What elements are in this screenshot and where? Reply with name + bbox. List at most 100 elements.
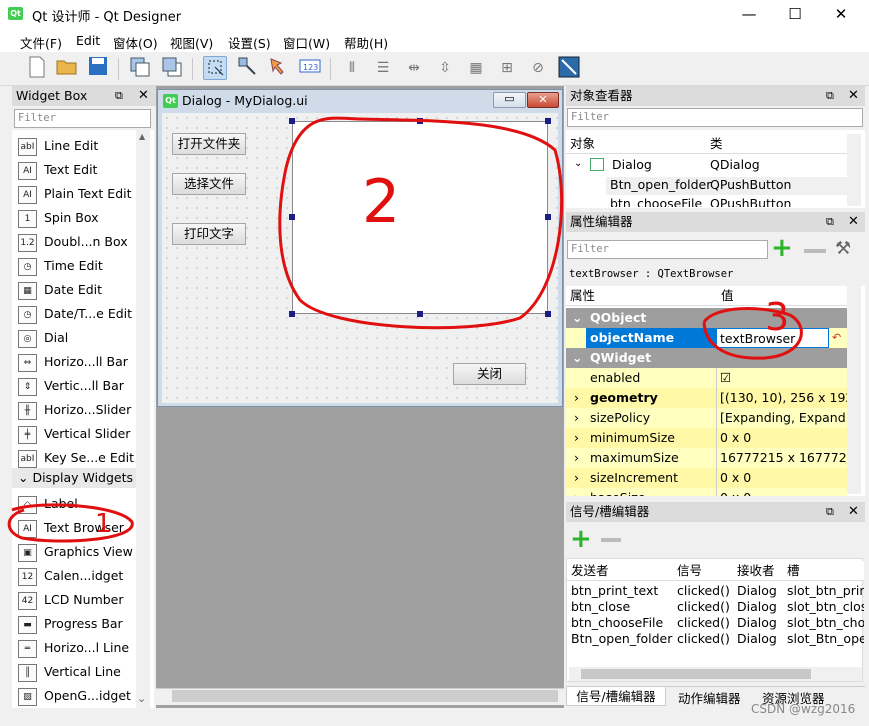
btn-print-text[interactable]: 打印文字 bbox=[172, 223, 246, 245]
property-row[interactable]: › baseSize 0 x 0 bbox=[566, 488, 847, 496]
text-browser-widget[interactable] bbox=[292, 121, 548, 314]
adjust-size-icon[interactable] bbox=[557, 56, 581, 80]
layout-splitter-h-icon[interactable]: ⇹ bbox=[402, 56, 426, 80]
widget-item[interactable]: ◷ Date/T...e Edit bbox=[18, 302, 146, 326]
widget-item[interactable]: ╫ Horizo...Slider bbox=[18, 398, 146, 422]
menu-help[interactable]: 帮助(H) bbox=[344, 33, 388, 52]
widget-item[interactable]: ║ Vertical Line bbox=[18, 660, 146, 684]
property-category[interactable]: ⌄ QWidget bbox=[566, 348, 847, 368]
property-filter-input[interactable]: Filter bbox=[567, 240, 768, 259]
layout-vertical-icon[interactable]: ☰ bbox=[371, 56, 395, 80]
scrollbar-thumb[interactable] bbox=[172, 690, 558, 702]
configure-wrench-icon[interactable]: ⚒ bbox=[835, 238, 851, 259]
remove-connection-icon[interactable] bbox=[601, 538, 621, 542]
object-tree-scrollbar[interactable] bbox=[847, 134, 861, 206]
layout-grid-icon[interactable]: ⊞ bbox=[495, 56, 519, 80]
property-value[interactable]: textBrowser bbox=[716, 328, 829, 348]
tab-signal-slot[interactable]: 信号/槽编辑器 bbox=[566, 687, 666, 706]
edit-signals-icon[interactable] bbox=[235, 56, 259, 80]
menu-window[interactable]: 窗口(W) bbox=[283, 33, 330, 52]
remove-property-icon[interactable] bbox=[804, 249, 826, 253]
widget-list-scrollbar[interactable] bbox=[136, 130, 150, 708]
property-value[interactable]: [(130, 10), 256 x 192] bbox=[716, 388, 847, 408]
property-value[interactable]: 0 x 0 bbox=[716, 488, 847, 496]
tab-action-editor[interactable]: 动作编辑器 bbox=[678, 688, 741, 707]
form-close-button[interactable]: ✕ bbox=[527, 92, 559, 108]
resize-handle[interactable] bbox=[545, 118, 551, 124]
widget-item[interactable]: ◇ Label bbox=[18, 492, 146, 516]
menu-file[interactable]: 文件(F) bbox=[20, 33, 62, 52]
edit-widgets-icon[interactable] bbox=[203, 56, 227, 80]
property-row[interactable]: › sizeIncrement 0 x 0 bbox=[566, 468, 847, 488]
scroll-down-icon[interactable]: ⌄ bbox=[137, 692, 146, 705]
menu-form[interactable]: 窗体(O) bbox=[113, 33, 158, 52]
layout-splitter-v-icon[interactable]: ⇳ bbox=[433, 56, 457, 80]
send-back-icon[interactable] bbox=[128, 56, 152, 80]
layout-horizontal-icon[interactable]: ⦀ bbox=[340, 56, 364, 80]
widget-item[interactable]: AI Text Edit bbox=[18, 158, 146, 182]
widget-item[interactable]: ⇕ Vertic...ll Bar bbox=[18, 374, 146, 398]
widget-item[interactable]: 42 LCD Number bbox=[18, 588, 146, 612]
menu-settings[interactable]: 设置(S) bbox=[228, 33, 271, 52]
widget-item[interactable]: ⇔ Horizo...ll Bar bbox=[18, 350, 146, 374]
connection-row[interactable]: Btn_open_folder clicked() Dialog slot_Btn_o… bbox=[567, 631, 864, 647]
bring-front-icon[interactable] bbox=[160, 56, 184, 80]
widget-item[interactable]: abI Line Edit bbox=[18, 134, 146, 158]
resize-handle[interactable] bbox=[417, 118, 423, 124]
widget-filter-input[interactable]: Filter bbox=[14, 109, 151, 128]
widget-item[interactable]: 1.2 Doubl...n Box bbox=[18, 230, 146, 254]
property-value[interactable]: 16777215 x 167772... bbox=[716, 448, 847, 468]
category-display-widgets[interactable]: ⌄ Display Widgets bbox=[12, 468, 148, 488]
widget-item[interactable]: abI Key Se...e Edit bbox=[18, 446, 146, 470]
resize-handle[interactable] bbox=[545, 214, 551, 220]
expand-icon[interactable]: ⌄ bbox=[574, 158, 582, 169]
reset-value-icon[interactable]: ↶ bbox=[832, 328, 841, 348]
property-row[interactable]: › sizePolicy [Expanding, Expand... bbox=[566, 408, 847, 428]
widget-item[interactable]: AI Text Browser bbox=[18, 516, 146, 540]
widget-item[interactable]: 12 Calen...idget bbox=[18, 564, 146, 588]
menu-edit[interactable]: Edit bbox=[76, 33, 100, 48]
widget-item[interactable]: ▬ Progress Bar bbox=[18, 612, 146, 636]
widget-item[interactable]: ▣ Graphics View bbox=[18, 540, 146, 564]
float-icon[interactable]: ⧉ bbox=[115, 89, 123, 103]
property-row[interactable]: › geometry [(130, 10), 256 x 192] bbox=[566, 388, 847, 408]
save-icon[interactable] bbox=[86, 56, 110, 80]
widget-item[interactable]: ▦ Date Edit bbox=[18, 278, 146, 302]
open-folder-icon[interactable] bbox=[55, 56, 79, 80]
scrollbar-thumb[interactable] bbox=[581, 669, 811, 679]
close-button[interactable]: ✕ bbox=[818, 0, 864, 28]
float-icon[interactable]: ⧉ bbox=[826, 215, 834, 229]
property-value[interactable]: 0 x 0 bbox=[716, 468, 847, 488]
widget-item[interactable]: ▨ OpenG...idget bbox=[18, 684, 146, 708]
widget-item[interactable]: ◷ Time Edit bbox=[18, 254, 146, 278]
widget-item[interactable]: ═ Horizo...l Line bbox=[18, 636, 146, 660]
menu-view[interactable]: 视图(V) bbox=[170, 33, 213, 52]
resize-handle[interactable] bbox=[417, 311, 423, 317]
connection-row[interactable]: btn_close clicked() Dialog slot_btn_close bbox=[567, 599, 864, 615]
close-dock-icon[interactable]: ✕ bbox=[848, 214, 859, 229]
float-icon[interactable]: ⧉ bbox=[826, 89, 834, 103]
property-category[interactable]: ⌄ QObject bbox=[566, 308, 847, 328]
add-connection-icon[interactable]: + bbox=[570, 526, 592, 552]
property-row[interactable]: ↶ objectName textBrowser bbox=[566, 328, 847, 348]
object-filter-input[interactable]: Filter bbox=[567, 108, 863, 127]
form-minimize-button[interactable]: ▭ bbox=[493, 92, 526, 108]
btn-open-folder[interactable]: 打开文件夹 bbox=[172, 133, 246, 155]
btn-close[interactable]: 关闭 bbox=[453, 363, 526, 385]
tree-object-choose-file[interactable]: btn_chooseFile bbox=[610, 195, 702, 207]
tree-object-open-folder[interactable]: Btn_open_folder bbox=[610, 177, 711, 192]
property-value[interactable]: 0 x 0 bbox=[716, 428, 847, 448]
connection-row[interactable]: btn_chooseFile clicked() Dialog slot_btn_ch… bbox=[567, 615, 864, 631]
scroll-up-icon[interactable]: ▲ bbox=[139, 132, 145, 141]
property-row[interactable]: › minimumSize 0 x 0 bbox=[566, 428, 847, 448]
tree-object-dialog[interactable]: Dialog bbox=[612, 157, 652, 172]
widget-item[interactable]: ◎ Dial bbox=[18, 326, 146, 350]
new-file-icon[interactable] bbox=[25, 56, 49, 80]
btn-choose-file[interactable]: 选择文件 bbox=[172, 173, 246, 195]
property-value[interactable]: ☑ bbox=[716, 368, 847, 388]
widget-item[interactable]: 1 Spin Box bbox=[18, 206, 146, 230]
close-dock-icon[interactable]: ✕ bbox=[138, 88, 149, 103]
connection-row[interactable]: btn_print_text clicked() Dialog slot_btn_pr… bbox=[567, 583, 864, 599]
layout-form-icon[interactable]: ▦ bbox=[464, 56, 488, 80]
widget-item[interactable]: ╪ Vertical Slider bbox=[18, 422, 146, 446]
